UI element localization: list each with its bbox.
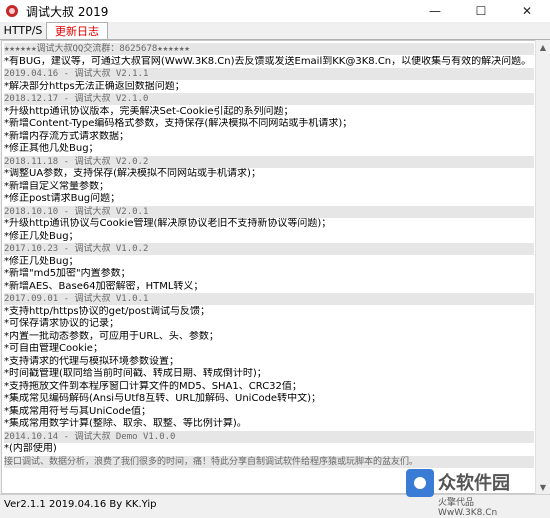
watermark: 众软件园 火擎代品 WwW.3K8.Cn [406, 467, 536, 518]
vertical-scrollbar[interactable]: ▲ ▼ [535, 40, 550, 494]
log-version-header: 2018.11.18 - 调试大叔 V2.0.2 [4, 155, 534, 168]
log-entry: *可自由管理Cookie； [4, 343, 103, 354]
log-version-header: ★★★★★★调试大叔QQ交流群：8625678★★★★★★ [4, 43, 534, 55]
tab-https[interactable]: HTTP/S [0, 22, 46, 39]
log-entry: *新增内存流方式请求数据； [4, 130, 129, 142]
log-entry: *新增Content-Type编码格式参数，支持保存(解决模拟不同网站或手机请求… [4, 118, 353, 129]
app-icon [6, 5, 18, 17]
log-version-header: 2014.10.14 - 调试大叔 Demo V1.0.0 [4, 430, 534, 443]
watermark-url: 火擎代品 WwW.3K8.Cn [438, 498, 498, 518]
watermark-brand: 众软件园 [438, 473, 510, 494]
changelog-panel[interactable]: ★★★★★★调试大叔QQ交流群：8625678★★★★★★ *有BUG，建议等，可… [1, 40, 537, 494]
log-entry: *新增AES、Base64加密解密，HTML转义； [4, 280, 204, 292]
log-entry: *修正post请求Bug问题； [4, 193, 121, 204]
title-bar: 调试大叔 2019 — ☐ ✕ [0, 0, 550, 22]
log-entry: *支持拖放文件到本程序窗口计算文件的MD5、SHA1、CRC32值； [4, 380, 302, 392]
watermark-logo-icon [406, 469, 434, 497]
log-entry: *升级http通讯协议与Cookie管理(解决原协议老旧不支持新协议等问题)； [4, 218, 332, 229]
window-title: 调试大叔 2019 [26, 4, 109, 19]
log-version-header: 2018.10.10 - 调试大叔 V2.0.1 [4, 205, 534, 218]
log-entry: *时间戳管理(取同给当前时间戳、转成日期、转成倒计时)； [4, 368, 267, 379]
version-status: Ver2.1.1 2019.04.16 By KK.Yip [4, 499, 157, 510]
log-version-header: 2018.12.17 - 调试大叔 V2.1.0 [4, 93, 534, 105]
log-entry: *修正几处Bug； [4, 230, 79, 242]
log-entry: *(内部使用) [4, 443, 57, 454]
log-entry: *修正几处Bug； [4, 255, 79, 267]
log-entry: *解决部分https无法正确返回数据问题； [4, 80, 185, 92]
scroll-up-icon[interactable]: ▲ [536, 40, 550, 54]
log-entry: *集成常见编码解码(Ansi与Utf8互转、URL加解码、UniCode转中文)… [4, 393, 321, 404]
log-entry: *支持http/https协议的get/post调试与反馈； [4, 305, 211, 317]
scroll-down-icon[interactable]: ▼ [536, 480, 550, 494]
log-entry: *内置一批动态参数，可应用于URL、头、参数； [4, 330, 219, 342]
log-entry: *有BUG，建议等，可通过大叔官网(WwW.3K8.Cn)去反馈或发送Email… [4, 55, 532, 67]
log-entry: *支持请求的代理与模拟环境参数设置； [4, 355, 179, 367]
log-entry: *升级http通讯协议版本，完美解决Set-Cookie引起的系列问题； [4, 105, 294, 117]
log-entry: *修正其他几处Bug； [4, 143, 99, 154]
log-version-header: 2017.10.23 - 调试大叔 V1.0.2 [4, 243, 534, 255]
log-version-header: 2017.09.01 - 调试大叔 V1.0.1 [4, 293, 534, 305]
log-entry: *调整UA参数，支持保存(解决模拟不同网站或手机请求)； [4, 168, 261, 179]
log-entry: *可保存请求协议的记录； [4, 318, 119, 329]
tab-changelog[interactable]: 更新日志 [46, 22, 108, 39]
log-entry: *集成常用数学计算(整除、取余、取整、等比例计算)。 [4, 418, 247, 429]
log-version-header: 2019.04.16 - 调试大叔 V2.1.1 [4, 68, 534, 80]
close-button[interactable]: ✕ [504, 0, 550, 22]
window-controls: — ☐ ✕ [412, 0, 550, 22]
log-entry: *集成常用符号与其UniCode值； [4, 405, 152, 417]
log-version-header: 接口调试、数据分析，浪费了我们很多的时间，痛！特此分享自制调试软件给程序猿或玩脚… [4, 455, 534, 468]
log-entry: *新增自定义常量参数； [4, 180, 109, 192]
tab-strip: HTTP/S 更新日志 [0, 22, 550, 40]
minimize-button[interactable]: — [412, 0, 458, 22]
status-bar: Ver2.1.1 2019.04.16 By KK.Yip 众软件园 火擎代品 … [0, 469, 550, 518]
maximize-button[interactable]: ☐ [458, 0, 504, 22]
log-entry: *新增"md5加密"内置参数； [4, 268, 131, 279]
